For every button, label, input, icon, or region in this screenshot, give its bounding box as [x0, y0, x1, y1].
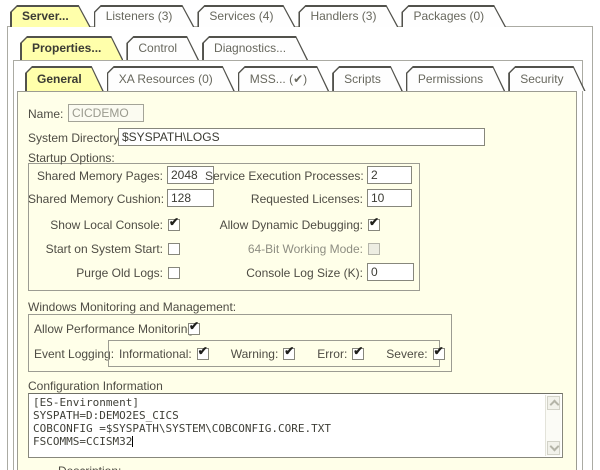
scroll-up-icon[interactable]	[547, 396, 560, 410]
shared-memory-cushion-label: Shared Memory Cushion:	[28, 192, 163, 206]
show-local-console-label: Show Local Console:	[28, 218, 163, 232]
tab-handlers[interactable]: Handlers (3)	[298, 5, 398, 27]
system-directory-label: System Directory:	[28, 131, 123, 145]
system-directory-input[interactable]	[118, 128, 485, 146]
requested-licenses-input[interactable]	[367, 189, 412, 207]
service-execution-processes-label: Service Execution Processes:	[205, 169, 363, 183]
tab-listeners[interactable]: Listeners (3)	[94, 5, 195, 27]
error-checkbox[interactable]	[352, 348, 364, 360]
monitoring-section-label: Windows Monitoring and Management:	[28, 300, 236, 314]
purge-old-logs-label: Purge Old Logs:	[28, 266, 163, 280]
console-log-size-input[interactable]	[367, 263, 414, 281]
tab-mss[interactable]: MSS... (✔)	[238, 66, 329, 91]
tab-security[interactable]: Security	[508, 66, 585, 91]
name-label: Name:	[28, 107, 63, 121]
tab-services[interactable]: Services (4)	[197, 5, 295, 27]
severe-checkbox[interactable]	[433, 348, 445, 360]
tab-diagnostics[interactable]: Diagnostics...	[202, 36, 308, 60]
configuration-text: [ES-Environment] SYSPATH=D:DEMO2ES_CICS …	[33, 396, 544, 455]
error-item: Error:	[317, 347, 364, 361]
service-execution-processes-input[interactable]	[367, 166, 412, 184]
allow-dynamic-debugging-label: Allow Dynamic Debugging:	[205, 218, 363, 232]
text-caret	[132, 436, 133, 447]
tab-server[interactable]: Server...	[10, 5, 91, 27]
tab-properties[interactable]: Properties...	[20, 36, 123, 60]
server-properties-window: Server... Listeners (3) Services (4) Han…	[0, 0, 600, 470]
tab-general[interactable]: General	[25, 66, 104, 91]
startup-options-label: Startup Options:	[28, 151, 115, 165]
show-local-console-checkbox[interactable]	[168, 219, 180, 231]
start-on-system-start-label: Start on System Start:	[28, 242, 163, 256]
purge-old-logs-checkbox[interactable]	[168, 267, 180, 279]
informational-checkbox[interactable]	[197, 348, 209, 360]
requested-licenses-label: Requested Licenses:	[205, 192, 363, 206]
properties-tab-bar: Properties... Control Diagnostics...	[20, 36, 308, 60]
general-tab-bar: General XA Resources (0) MSS... (✔) Scri…	[25, 66, 586, 91]
configuration-information-label: Configuration Information	[28, 379, 163, 393]
scroll-down-icon[interactable]	[547, 441, 560, 455]
event-logging-group: Informational: Warning: Error: Severe:	[108, 340, 440, 367]
allow-dynamic-debugging-checkbox[interactable]	[368, 219, 380, 231]
event-logging-label: Event Logging:	[34, 347, 114, 361]
name-input[interactable]	[68, 104, 144, 122]
shared-memory-pages-label: Shared Memory Pages:	[28, 169, 163, 183]
start-on-system-start-checkbox[interactable]	[168, 243, 180, 255]
top-tab-bar: Server... Listeners (3) Services (4) Han…	[10, 5, 506, 27]
warning-item: Warning:	[231, 347, 296, 361]
64bit-working-mode-checkbox	[368, 243, 380, 255]
allow-performance-monitoring-checkbox[interactable]	[188, 323, 200, 335]
allow-performance-monitoring-label: Allow Performance Monitoring:	[34, 322, 197, 336]
64bit-working-mode-label: 64-Bit Working Mode:	[205, 242, 363, 256]
severe-item: Severe:	[386, 347, 444, 361]
console-log-size-label: Console Log Size (K):	[205, 266, 363, 280]
tab-xa-resources[interactable]: XA Resources (0)	[107, 66, 235, 91]
informational-item: Informational:	[119, 347, 209, 361]
warning-checkbox[interactable]	[283, 348, 295, 360]
description-label: Description:	[58, 464, 121, 470]
textarea-scrollbar[interactable]	[545, 395, 561, 456]
tab-scripts[interactable]: Scripts	[332, 66, 403, 91]
tab-control[interactable]: Control	[126, 36, 199, 60]
configuration-textarea[interactable]: [ES-Environment] SYSPATH=D:DEMO2ES_CICS …	[28, 393, 563, 458]
tab-packages[interactable]: Packages (0)	[401, 5, 506, 27]
tab-permissions[interactable]: Permissions	[406, 66, 505, 91]
